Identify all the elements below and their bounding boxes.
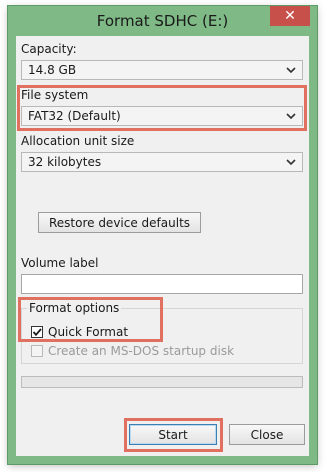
format-progress-bar bbox=[21, 376, 303, 388]
quick-format-label: Quick Format bbox=[48, 325, 129, 339]
allocation-dropdown[interactable]: 32 kilobytes bbox=[21, 152, 303, 172]
title-bar[interactable]: Format SDHC (E:) ✕ bbox=[8, 6, 317, 36]
msdos-startup-label: Create an MS-DOS startup disk bbox=[48, 344, 235, 358]
allocation-label: Allocation unit size bbox=[21, 134, 135, 148]
capacity-label: Capacity: bbox=[21, 42, 77, 56]
capacity-value: 14.8 GB bbox=[28, 63, 77, 77]
format-options-label: Format options bbox=[27, 301, 122, 315]
allocation-value: 32 kilobytes bbox=[28, 155, 102, 169]
checkmark-icon bbox=[32, 328, 42, 337]
quick-format-checkbox-row[interactable]: Quick Format bbox=[31, 324, 151, 340]
close-button[interactable]: Close bbox=[229, 424, 305, 445]
chevron-down-icon bbox=[286, 67, 296, 74]
format-dialog: Format SDHC (E:) ✕ Capacity: 14.8 GB Fil… bbox=[8, 6, 317, 464]
close-icon: ✕ bbox=[284, 8, 296, 24]
volume-label-caption: Volume label bbox=[21, 256, 99, 270]
capacity-dropdown[interactable]: 14.8 GB bbox=[21, 60, 303, 80]
close-button-label: Close bbox=[250, 427, 284, 442]
dialog-client-area: Capacity: 14.8 GB File system FAT32 (Def… bbox=[16, 36, 309, 456]
restore-defaults-label: Restore device defaults bbox=[48, 215, 191, 230]
restore-defaults-button[interactable]: Restore device defaults bbox=[38, 212, 201, 233]
msdos-startup-checkbox[interactable] bbox=[31, 345, 43, 357]
volume-label-input[interactable] bbox=[21, 274, 303, 294]
quick-format-checkbox[interactable] bbox=[31, 326, 43, 338]
file-system-value: FAT32 (Default) bbox=[28, 109, 121, 123]
start-button[interactable]: Start bbox=[129, 424, 217, 445]
msdos-checkbox-row[interactable]: Create an MS-DOS startup disk bbox=[31, 343, 271, 359]
file-system-label: File system bbox=[21, 88, 89, 102]
file-system-dropdown[interactable]: FAT32 (Default) bbox=[21, 106, 303, 126]
start-button-label: Start bbox=[158, 427, 188, 442]
chevron-down-icon bbox=[286, 159, 296, 166]
close-window-button[interactable]: ✕ bbox=[270, 6, 310, 26]
chevron-down-icon bbox=[286, 113, 296, 120]
